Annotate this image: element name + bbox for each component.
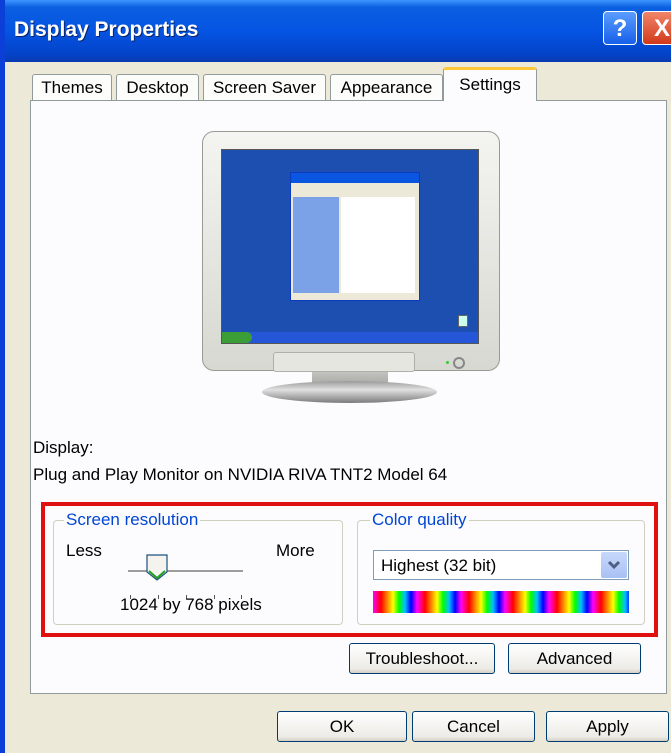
monitor-stand <box>262 381 437 403</box>
preview-window-sidebar <box>293 197 339 293</box>
ok-button[interactable]: OK <box>277 711 407 742</box>
preview-recycle-bin-icon <box>458 315 468 327</box>
close-button[interactable]: X <box>642 11 671 45</box>
troubleshoot-button[interactable]: Troubleshoot... <box>349 643 495 674</box>
tab-appearance[interactable]: Appearance <box>330 74 443 100</box>
tab-settings[interactable]: Settings <box>443 67 537 101</box>
preview-window <box>290 172 420 301</box>
window-left-border <box>0 0 5 753</box>
monitor-bezel <box>202 131 500 372</box>
monitor-screen <box>221 149 479 344</box>
monitor-chin <box>273 352 415 372</box>
help-button[interactable]: ? <box>603 11 637 45</box>
preview-window-titlebar <box>291 173 419 183</box>
display-label: Display: <box>33 438 94 457</box>
highlight-box <box>41 502 658 637</box>
tab-desktop[interactable]: Desktop <box>116 74 199 100</box>
display-properties-dialog: Display Properties ? X Themes Desktop Sc… <box>0 0 671 753</box>
monitor-name: Plug and Play Monitor on NVIDIA RIVA TNT… <box>33 465 448 484</box>
title-bar[interactable]: Display Properties ? X <box>0 0 671 62</box>
apply-button[interactable]: Apply <box>546 711 669 742</box>
window-title: Display Properties <box>14 18 199 41</box>
tab-themes[interactable]: Themes <box>32 74 112 100</box>
tab-screen-saver[interactable]: Screen Saver <box>203 74 326 100</box>
monitor-power-icon <box>453 357 465 369</box>
preview-window-content <box>341 197 415 293</box>
advanced-button[interactable]: Advanced <box>508 643 641 674</box>
monitor-preview <box>202 131 502 403</box>
preview-start-button <box>222 332 252 343</box>
monitor-led <box>446 361 449 364</box>
preview-taskbar <box>222 332 478 343</box>
cancel-button[interactable]: Cancel <box>412 711 535 742</box>
